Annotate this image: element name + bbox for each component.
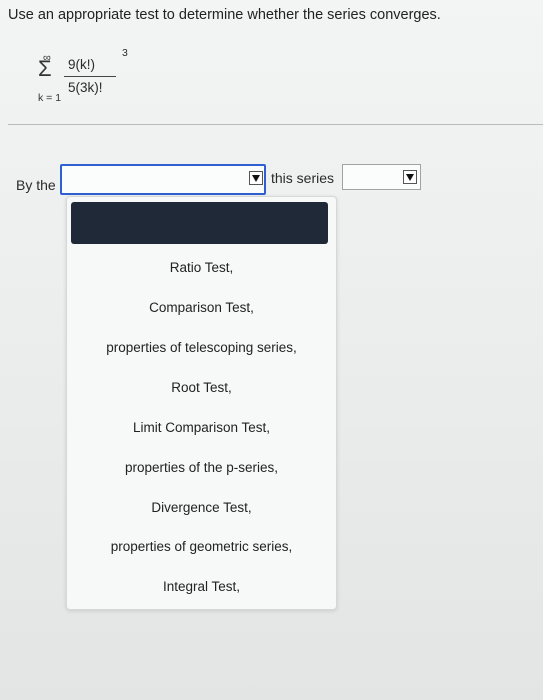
section-divider bbox=[8, 124, 543, 125]
test-dropdown-menu: Ratio Test, Comparison Test, properties … bbox=[66, 196, 337, 610]
result-select[interactable] bbox=[342, 164, 421, 190]
option-limit-comparison-test[interactable]: Limit Comparison Test, bbox=[67, 420, 336, 435]
by-the-label: By the bbox=[16, 177, 56, 193]
chevron-down-icon[interactable] bbox=[249, 171, 263, 185]
numerator-exponent: 3 bbox=[122, 47, 128, 59]
fraction-bar bbox=[64, 76, 116, 77]
chevron-down-icon[interactable] bbox=[403, 170, 417, 184]
option-telescoping-series[interactable]: properties of telescoping series, bbox=[67, 340, 336, 355]
series-formula: ∞ Σ k = 1 9(k!) 3 5(3k)! bbox=[36, 47, 136, 108]
option-root-test[interactable]: Root Test, bbox=[67, 380, 336, 395]
question-text: Use an appropriate test to determine whe… bbox=[8, 7, 441, 23]
option-geometric-series[interactable]: properties of geometric series, bbox=[67, 539, 336, 554]
option-p-series[interactable]: properties of the p-series, bbox=[67, 460, 336, 475]
option-ratio-test[interactable]: Ratio Test, bbox=[67, 260, 336, 275]
this-series-label: this series bbox=[271, 170, 335, 186]
sigma-symbol: Σ bbox=[38, 56, 52, 81]
option-integral-test[interactable]: Integral Test, bbox=[67, 579, 336, 594]
option-comparison-test[interactable]: Comparison Test, bbox=[67, 300, 336, 315]
fraction-denominator: 5(3k)! bbox=[68, 80, 103, 95]
dropdown-selected-option[interactable] bbox=[71, 202, 328, 244]
fraction-numerator: 9(k!) bbox=[68, 57, 95, 72]
sigma-lower-limit: k = 1 bbox=[38, 92, 62, 104]
test-select[interactable] bbox=[60, 164, 266, 195]
option-divergence-test[interactable]: Divergence Test, bbox=[67, 500, 336, 515]
